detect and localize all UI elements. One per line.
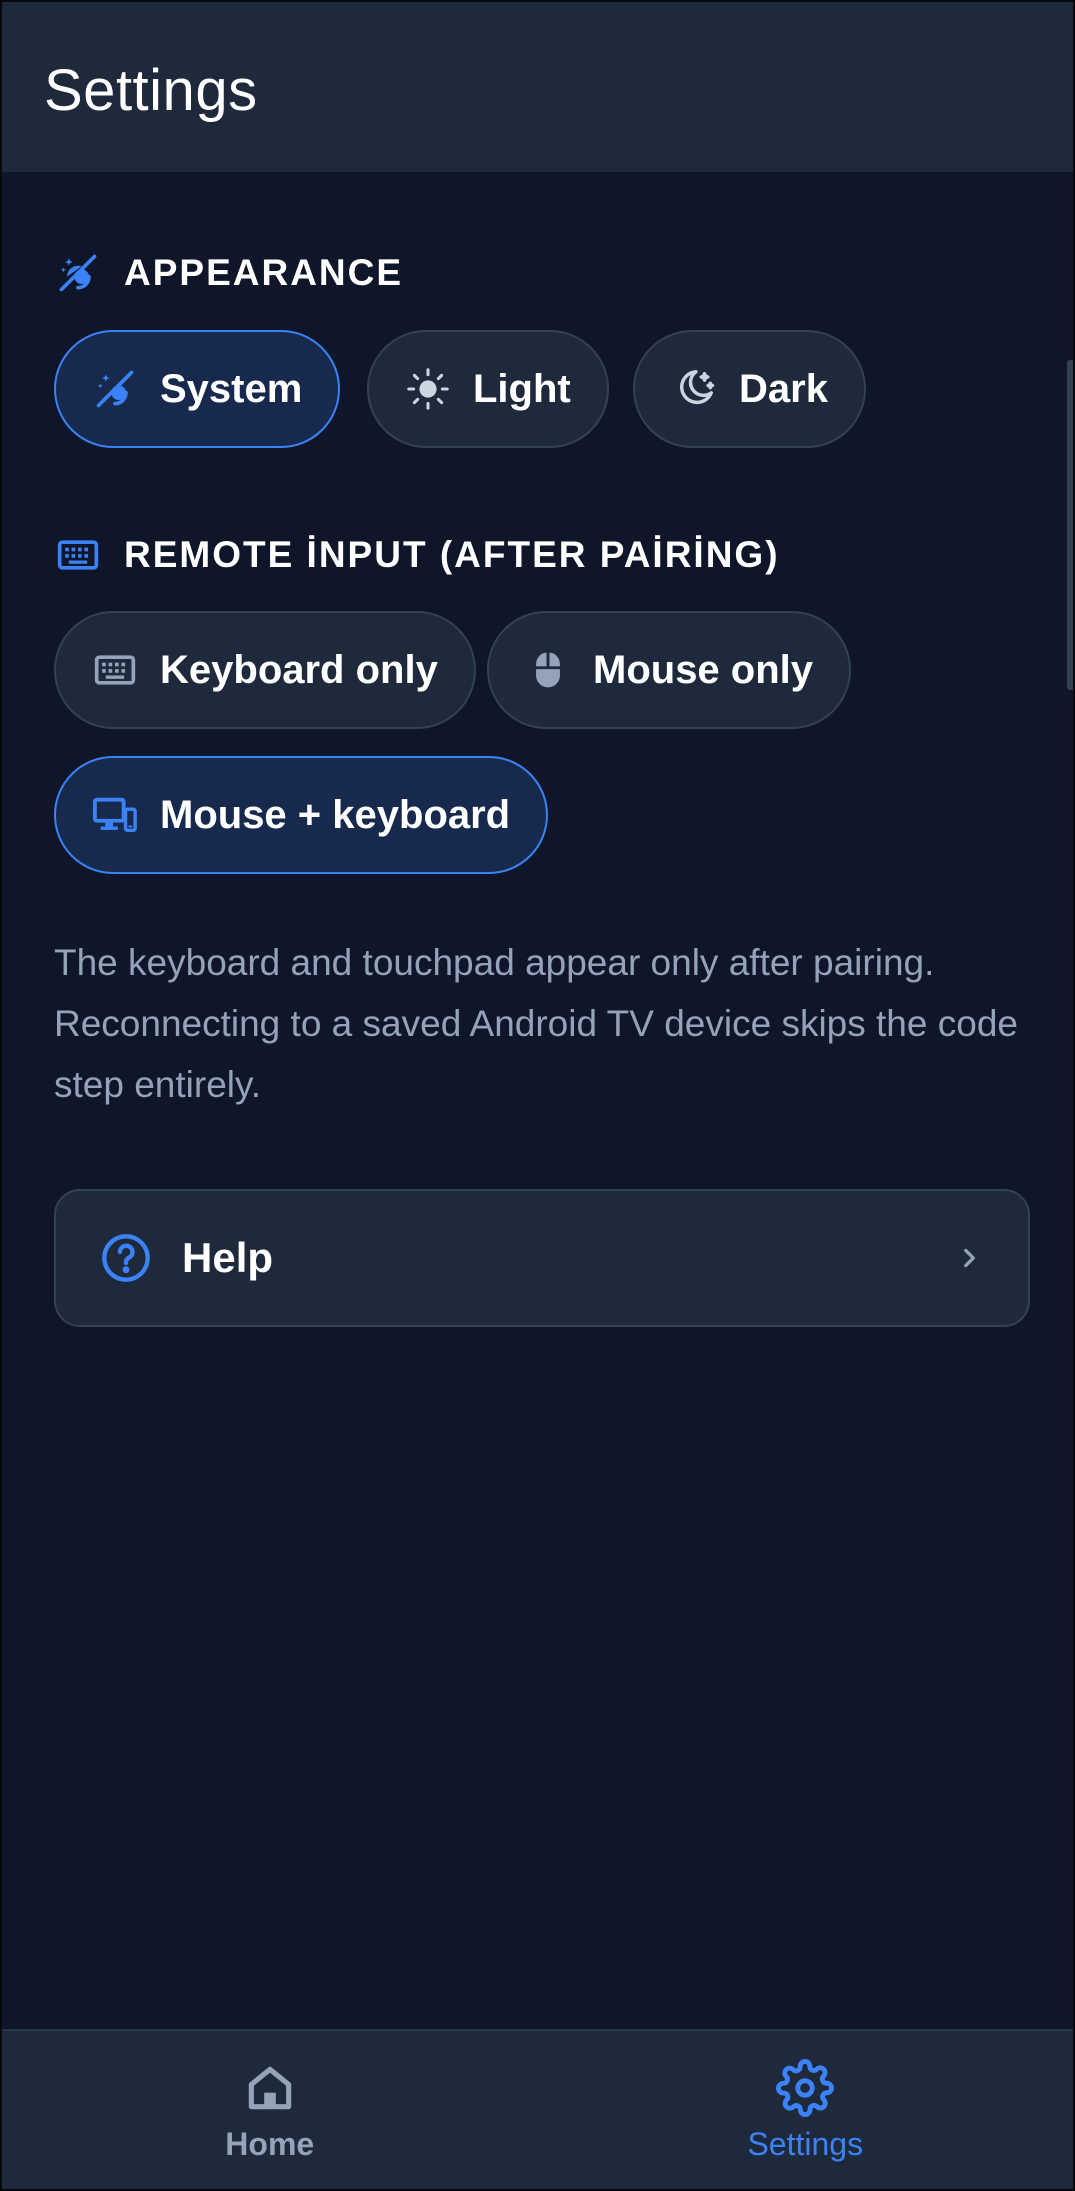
theme-option-system[interactable]: System	[54, 330, 341, 448]
scroll-indicator[interactable]	[1067, 360, 1073, 690]
section-title: APPEARANCE	[124, 252, 404, 293]
theme-option-dark[interactable]: Dark	[633, 330, 866, 448]
mouse-icon	[525, 647, 571, 693]
app-bar: Settings	[2, 2, 1073, 172]
theme-auto-icon	[92, 366, 138, 412]
section-header-remote-input: REMOTE İNPUT (AFTER PAİRİNG)	[56, 530, 780, 580]
input-option-keyboard-only[interactable]: Keyboard only	[54, 611, 476, 729]
chip-label: Light	[473, 366, 571, 411]
chevron-right-icon	[954, 1243, 984, 1273]
gear-icon	[775, 2058, 835, 2118]
help-label: Help	[182, 1234, 274, 1281]
keyboard-icon	[92, 647, 138, 693]
section-header-appearance: APPEARANCE	[56, 248, 403, 298]
nav-label: Settings	[747, 2125, 864, 2162]
keyboard-icon	[56, 533, 100, 577]
moon-icon	[671, 366, 717, 412]
nav-item-home[interactable]: Home	[2, 2031, 538, 2189]
chip-label: Mouse + keyboard	[160, 792, 511, 837]
chip-label: System	[160, 366, 303, 411]
section-title: REMOTE İNPUT (AFTER PAİRİNG)	[124, 534, 780, 575]
nav-label: Home	[225, 2125, 315, 2162]
chip-label: Keyboard only	[160, 647, 438, 692]
chip-label: Dark	[739, 366, 828, 411]
theme-option-light[interactable]: Light	[367, 330, 609, 448]
help-circle-icon	[100, 1232, 152, 1284]
chip-label: Mouse only	[593, 647, 814, 692]
page-title: Settings	[44, 58, 258, 123]
bottom-navigation: Home Settings	[2, 2029, 1073, 2189]
help-button[interactable]: Help	[54, 1189, 1030, 1327]
remote-input-helper-text: The keyboard and touchpad appear only af…	[54, 942, 1018, 1105]
sun-icon	[405, 366, 451, 412]
input-option-mouse-only[interactable]: Mouse only	[487, 611, 852, 729]
theme-auto-icon	[56, 251, 100, 295]
devices-icon	[92, 792, 138, 838]
settings-screen: Settings APPEARANCE System Light Dark RE…	[0, 0, 1075, 2191]
nav-item-settings[interactable]: Settings	[538, 2031, 1074, 2189]
input-option-mouse-keyboard[interactable]: Mouse + keyboard	[54, 756, 549, 874]
home-icon	[240, 2058, 300, 2118]
